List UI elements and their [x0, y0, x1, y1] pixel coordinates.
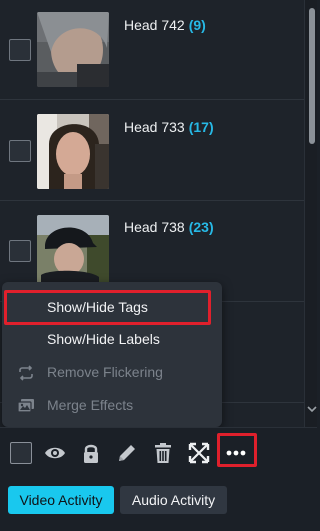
activity-tabs: Video Activity Audio Activity	[0, 479, 317, 531]
menu-item-label: Remove Flickering	[47, 364, 163, 380]
head-count: (9)	[188, 17, 206, 33]
head-name: Head 738 (23)	[124, 219, 214, 235]
menu-item-remove-flickering[interactable]: Remove Flickering	[2, 358, 222, 388]
bottom-toolbar	[0, 427, 317, 479]
face-thumbnail	[37, 12, 109, 87]
more-icon[interactable]	[225, 442, 247, 464]
menu-item-merge-effects[interactable]: Merge Effects	[2, 391, 222, 421]
head-label: Head 738	[124, 219, 185, 235]
select-all-checkbox[interactable]	[10, 442, 32, 464]
list-item[interactable]: Head 742 (9)	[0, 0, 304, 100]
list-scrollbar[interactable]	[304, 0, 317, 427]
trash-icon[interactable]	[152, 442, 174, 464]
scrollbar-thumb[interactable]	[309, 8, 315, 144]
lock-icon[interactable]	[80, 442, 102, 464]
expand-icon[interactable]	[188, 442, 210, 464]
menu-item-label: Show/Hide Labels	[47, 331, 160, 347]
row-checkbox[interactable]	[9, 240, 31, 262]
head-count: (23)	[188, 219, 214, 235]
images-icon	[17, 399, 34, 413]
menu-item-label: Show/Hide Tags	[47, 299, 148, 315]
repeat-icon	[19, 365, 33, 381]
scroll-down-icon[interactable]	[307, 404, 317, 414]
head-count: (17)	[188, 119, 214, 135]
tab-video-activity[interactable]: Video Activity	[8, 486, 114, 514]
menu-item-show-hide-labels[interactable]: Show/Hide Labels	[2, 325, 222, 355]
head-name: Head 733 (17)	[124, 119, 214, 135]
head-label: Head 742	[124, 17, 185, 33]
tab-audio-activity[interactable]: Audio Activity	[120, 486, 227, 514]
list-item[interactable]: Head 733 (17)	[0, 101, 304, 201]
menu-item-show-hide-tags[interactable]: Show/Hide Tags	[2, 293, 222, 323]
menu-item-label: Merge Effects	[47, 397, 134, 413]
context-menu: Show/Hide Tags Show/Hide Labels Remove F…	[2, 282, 222, 427]
pencil-icon[interactable]	[116, 442, 138, 464]
eye-icon[interactable]	[44, 442, 66, 464]
head-name: Head 742 (9)	[124, 17, 206, 33]
face-thumbnail	[37, 114, 109, 189]
row-checkbox[interactable]	[9, 39, 31, 61]
row-checkbox[interactable]	[9, 140, 31, 162]
head-label: Head 733	[124, 119, 185, 135]
